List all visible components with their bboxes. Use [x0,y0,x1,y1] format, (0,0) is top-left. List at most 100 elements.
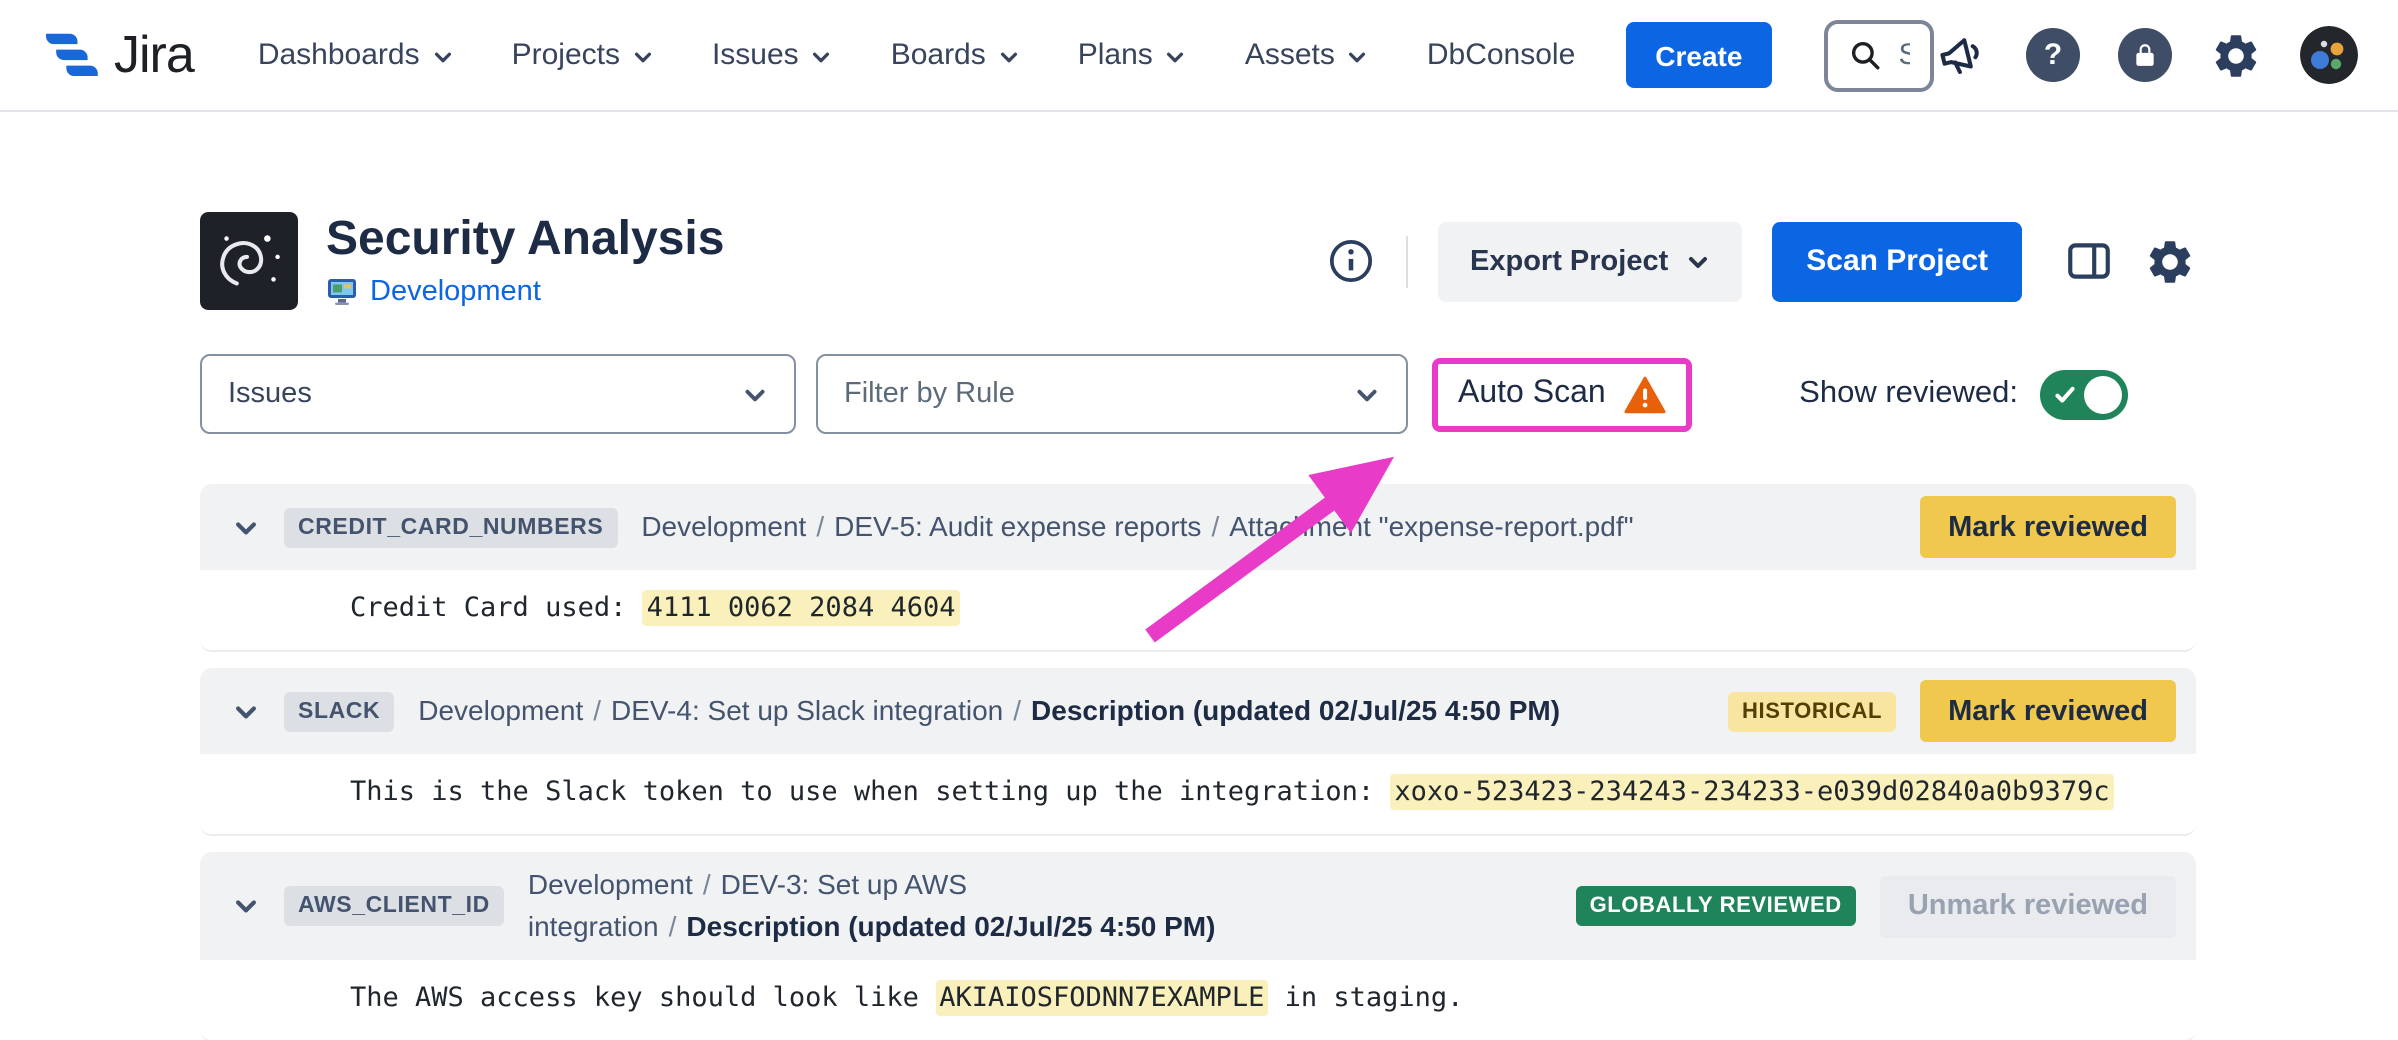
settings-button[interactable] [2210,29,2262,81]
rule-filter-select[interactable]: Filter by Rule [816,354,1408,434]
path-separator: / [1013,694,1021,726]
finding-header[interactable]: SLACK Development/DEV-4: Set up Slack in… [200,668,2196,754]
path-segment: DEV-5: Audit expense reports [834,510,1201,542]
unmark-reviewed-button[interactable]: Unmark reviewed [1880,875,2176,937]
issues-select[interactable]: Issues [200,354,796,434]
security-button[interactable] [2118,28,2172,82]
project-settings-button[interactable] [2144,235,2196,287]
path-separator: / [703,868,711,900]
collapse-chevron-icon[interactable] [232,697,260,725]
gear-icon [2144,235,2196,287]
page-title: Security Analysis [326,215,724,268]
show-reviewed-label: Show reviewed: [1799,376,2018,412]
rule-select-placeholder: Filter by Rule [844,378,1015,410]
nav-item-label: Issues [712,38,799,72]
project-link[interactable]: Development [370,275,541,307]
collapse-chevron-icon[interactable] [232,513,260,541]
sensitive-value-highlight: xoxo-523423-234243-234233-e039d02840a0b9… [1390,774,2113,810]
nav-item-dashboards[interactable]: Dashboards [258,38,454,72]
chevron-down-icon [742,381,768,407]
path-segment: DEV-4: Set up Slack integration [611,694,1003,726]
show-reviewed-toggle[interactable] [2040,369,2128,419]
project-type-icon [326,275,358,307]
show-reviewed-control: Show reviewed: [1799,369,2128,419]
path-segment: Description (updated 02/Jul/25 4:50 PM) [1031,694,1560,726]
nav-item-boards[interactable]: Boards [891,38,1020,72]
finding-snippet: The AWS access key should look like AKIA… [200,960,2196,1040]
chevron-down-icon [998,42,1020,68]
help-icon: ? [2026,28,2080,82]
finding-header[interactable]: CREDIT_CARD_NUMBERS Development/DEV-5: A… [200,484,2196,570]
rule-badge: AWS_CLIENT_ID [284,886,504,926]
chevron-down-icon [432,42,454,68]
side-panel-icon [2064,236,2114,286]
avatar-image [2300,26,2358,84]
chevron-down-icon [1686,249,1710,273]
status-badge-historical: HISTORICAL [1728,691,1896,731]
breadcrumb-path: Development/DEV-3: Set up AWS integratio… [528,864,1552,948]
nav-item-label: Plans [1078,38,1153,72]
status-badge-globally-reviewed: GLOBALLY REVIEWED [1576,886,1856,926]
rule-badge: CREDIT_CARD_NUMBERS [284,507,617,547]
path-segment: Attachment "expense-report.pdf" [1229,510,1633,542]
export-project-label: Export Project [1470,245,1668,277]
nav-item-label: Boards [891,38,986,72]
nav-item-label: DbConsole [1427,38,1575,72]
gear-icon [2210,29,2262,81]
export-project-button[interactable]: Export Project [1438,221,1742,301]
scan-project-button[interactable]: Scan Project [1772,221,2022,301]
search-input[interactable] [1898,38,1910,72]
mark-reviewed-button[interactable]: Mark reviewed [1920,496,2176,558]
finding-header[interactable]: AWS_CLIENT_ID Development/DEV-3: Set up … [200,852,2196,960]
nav-item-projects[interactable]: Projects [512,38,654,72]
search-box[interactable] [1824,19,1934,91]
auto-scan-label[interactable]: Auto Scan [1458,376,1606,412]
snippet-text: The AWS access key should look like [350,982,935,1014]
path-segment: Development [528,868,693,900]
top-navbar: Jira Dashboards Projects Issues Boards P… [0,0,2398,112]
chevron-down-icon [811,42,833,68]
chevron-down-icon [632,42,654,68]
mark-reviewed-button[interactable]: Mark reviewed [1920,680,2176,742]
nav-item-dbconsole[interactable]: DbConsole [1427,38,1575,72]
snippet-text: This is the Slack token to use when sett… [350,776,1390,808]
details-panel-button[interactable] [2064,236,2114,286]
jira-logo[interactable]: Jira [40,24,194,86]
nav-item-label: Assets [1245,38,1335,72]
chevron-down-icon [1354,381,1380,407]
chevron-down-icon [1165,42,1187,68]
path-separator: / [1211,510,1219,542]
collapse-chevron-icon[interactable] [232,892,260,920]
nav-item-plans[interactable]: Plans [1078,38,1187,72]
main-content: Security Analysis D [200,212,2196,1040]
path-segment: Description (updated 02/Jul/25 4:50 PM) [686,910,1215,942]
announcements-button[interactable] [1934,28,1988,82]
help-button[interactable]: ? [2026,28,2080,82]
info-icon [1326,236,1376,286]
nav-item-assets[interactable]: Assets [1245,38,1369,72]
finding-card: SLACK Development/DEV-4: Set up Slack in… [200,668,2196,836]
main-nav-menu: Dashboards Projects Issues Boards Plans … [258,38,1575,72]
nav-item-label: Dashboards [258,38,420,72]
toggle-thumb [2084,375,2122,413]
breadcrumb-path: Development / DEV-4: Set up Slack integrat… [418,690,1704,732]
header-actions: Export Project Scan Project [1326,221,2196,301]
finding-snippet: Credit Card used: 4111 0062 2084 4604 [200,570,2196,652]
project-header: Security Analysis D [200,212,2196,310]
vertical-divider [1406,235,1408,287]
path-separator: / [593,694,601,726]
issues-select-value: Issues [228,378,312,410]
path-separator: / [816,510,824,542]
navbar-icon-group: ? [1934,26,2358,84]
finding-card: AWS_CLIENT_ID Development/DEV-3: Set up … [200,852,2196,1040]
path-segment: Development [418,694,583,726]
findings-list: CREDIT_CARD_NUMBERS Development / DEV-5: A… [200,484,2196,1040]
nav-item-issues[interactable]: Issues [712,38,833,72]
user-avatar[interactable] [2300,26,2358,84]
breadcrumb-path: Development/DEV-5: Audit expense reports… [641,506,1896,548]
chevron-down-icon [1347,42,1369,68]
info-button[interactable] [1326,236,1376,286]
check-icon [2054,383,2076,405]
create-button[interactable]: Create [1625,22,1772,88]
project-avatar [200,212,298,310]
